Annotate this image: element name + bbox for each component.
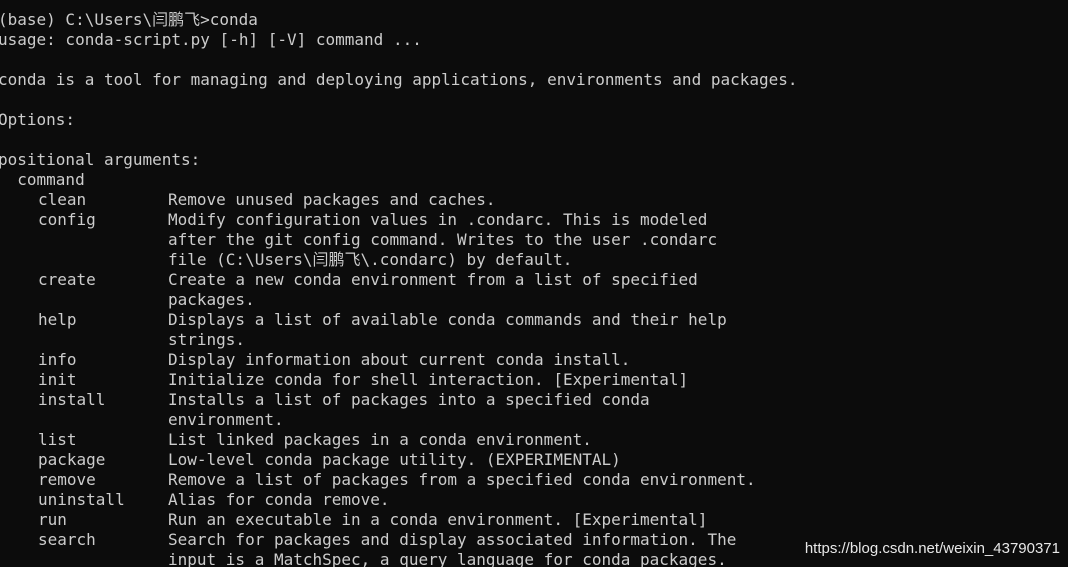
- command-name: package: [38, 450, 106, 469]
- command-row: create Create a new conda environment fro…: [0, 270, 798, 290]
- command-name: search: [38, 530, 96, 549]
- command-description: Display information about current conda …: [168, 350, 631, 369]
- command-name: clean: [38, 190, 87, 209]
- command-name: create: [38, 270, 96, 289]
- command-row: clean Remove unused packages and caches.: [0, 190, 798, 210]
- command-row: help Displays a list of available conda c…: [0, 310, 798, 330]
- usage-line: usage: conda-script.py [-h] [-V] command…: [0, 30, 422, 49]
- command-description: Create a new conda environment from a li…: [168, 270, 698, 289]
- command-row-continuation: packages.: [0, 290, 798, 310]
- command-name: install: [38, 390, 106, 409]
- command-row: search Search for packages and display as…: [0, 530, 798, 550]
- command-description: Search for packages and display associat…: [168, 530, 737, 549]
- command-description: file (C:\Users\闫鹏飞\.condarc) by default.: [168, 250, 573, 269]
- command-description: packages.: [168, 290, 255, 309]
- command-name: info: [38, 350, 77, 369]
- command-description: Displays a list of available conda comma…: [168, 310, 727, 329]
- command-name: config: [38, 210, 96, 229]
- command-name: run: [38, 510, 67, 529]
- command-description: Alias for conda remove.: [168, 490, 390, 509]
- command-row-continuation: file (C:\Users\闫鹏飞\.condarc) by default.: [0, 250, 798, 270]
- command-row: remove Remove a list of packages from a s…: [0, 470, 798, 490]
- terminal-window[interactable]: (base) C:\Users\闫鹏飞>conda usage: conda-s…: [0, 0, 1068, 567]
- command-description: strings.: [168, 330, 246, 349]
- command-name: uninstall: [38, 490, 125, 509]
- command-row: uninstall Alias for conda remove.: [0, 490, 798, 510]
- terminal-output: (base) C:\Users\闫鹏飞>conda usage: conda-s…: [0, 10, 798, 567]
- command-name: list: [38, 430, 77, 449]
- command-description: after the git config command. Writes to …: [168, 230, 718, 249]
- command-row: run Run an executable in a conda environm…: [0, 510, 798, 530]
- command-row-continuation: input is a MatchSpec, a query language f…: [0, 550, 798, 567]
- command-name: remove: [38, 470, 96, 489]
- command-description: Installs a list of packages into a speci…: [168, 390, 650, 409]
- command-description: Remove a list of packages from a specifi…: [168, 470, 756, 489]
- command-row: init Initialize conda for shell interacti…: [0, 370, 798, 390]
- options-heading: Options:: [0, 110, 76, 129]
- command-row-continuation: strings.: [0, 330, 798, 350]
- command-name: help: [38, 310, 77, 329]
- command-description: environment.: [168, 410, 284, 429]
- description-line: conda is a tool for managing and deployi…: [0, 70, 798, 89]
- command-row: list List linked packages in a conda envi…: [0, 430, 798, 450]
- command-row: config Modify configuration values in .co…: [0, 210, 798, 230]
- prompt-line: (base) C:\Users\闫鹏飞>conda: [0, 10, 258, 29]
- command-description: List linked packages in a conda environm…: [168, 430, 592, 449]
- command-row: info Display information about current co…: [0, 350, 798, 370]
- command-row: package Low-level conda package utility. …: [0, 450, 798, 470]
- command-description: input is a MatchSpec, a query language f…: [168, 550, 727, 567]
- command-description: Remove unused packages and caches.: [168, 190, 496, 209]
- command-row-continuation: after the git config command. Writes to …: [0, 230, 798, 250]
- command-list: clean Remove unused packages and caches. c…: [0, 190, 798, 567]
- command-description: Modify configuration values in .condarc.…: [168, 210, 708, 229]
- command-row-continuation: environment.: [0, 410, 798, 430]
- command-description: Initialize conda for shell interaction. …: [168, 370, 689, 389]
- positional-heading: positional arguments:: [0, 150, 201, 169]
- command-description: Low-level conda package utility. (EXPERI…: [168, 450, 621, 469]
- command-name: init: [38, 370, 77, 389]
- command-label: command: [0, 170, 85, 189]
- command-row: install Installs a list of packages into …: [0, 390, 798, 410]
- command-description: Run an executable in a conda environment…: [168, 510, 708, 529]
- watermark-url: https://blog.csdn.net/weixin_43790371: [804, 540, 1060, 557]
